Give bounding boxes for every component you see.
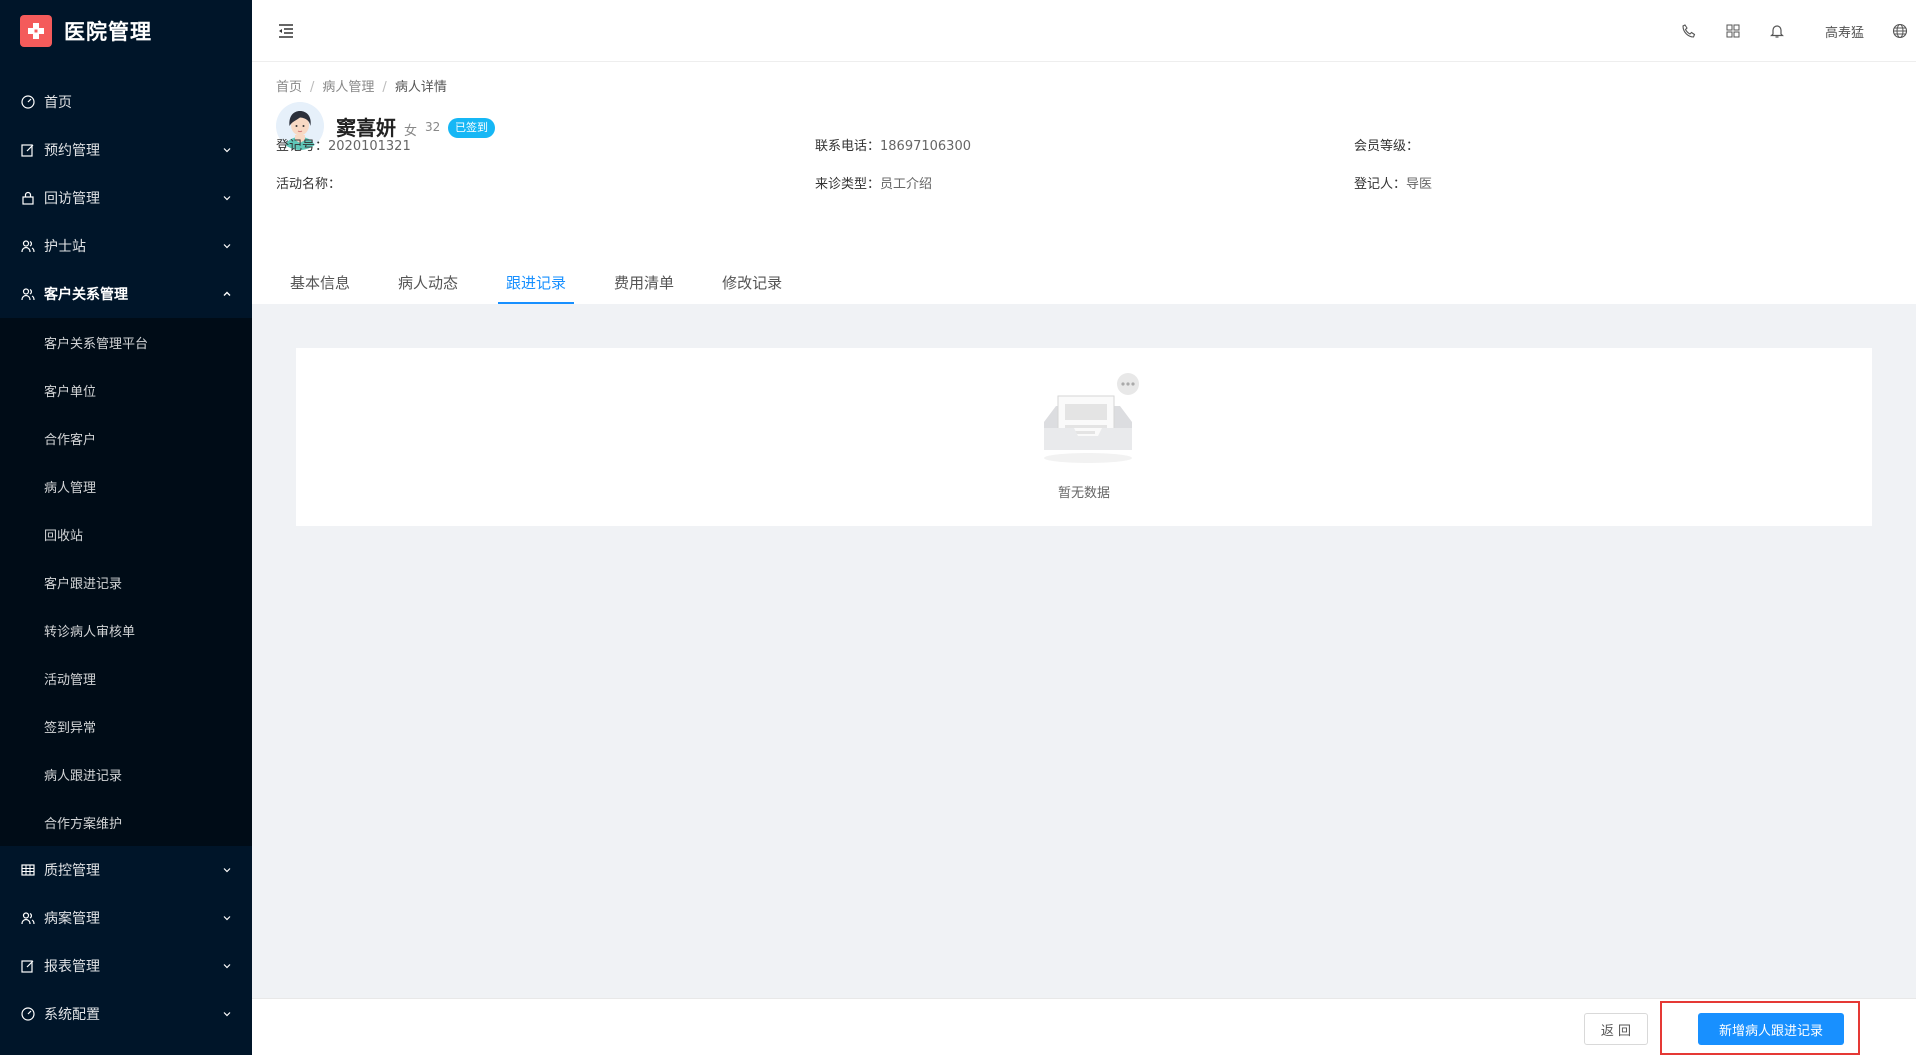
globe-icon[interactable] xyxy=(1892,23,1908,39)
submenu-item[interactable]: 客户单位 xyxy=(0,366,252,414)
follow-up-panel: 暂无数据 xyxy=(296,348,1872,526)
member-level-field: 会员等级： xyxy=(1354,135,1419,154)
field-label: 登记人： xyxy=(1354,177,1407,192)
sidebar-item-system-config[interactable]: 系统配置 xyxy=(0,990,252,1038)
sidebar-item-label: 回访管理 xyxy=(44,191,100,207)
sidebar-item-label: 质控管理 xyxy=(44,863,100,879)
phone-field: 联系电话：18697106300 xyxy=(815,135,971,154)
action-footer: 返 回 新增病人跟进记录 xyxy=(252,998,1916,1055)
sidebar-item-label: 系统配置 xyxy=(44,1007,100,1023)
phone-icon[interactable] xyxy=(1681,23,1697,39)
chevron-down-icon xyxy=(222,1009,232,1019)
user-name[interactable]: 高寿猛 xyxy=(1825,22,1864,41)
patient-info-area: 首页 / 病人管理 / 病人详情 窦喜妍 女 32 已签到 登记号：2020101321… xyxy=(252,62,1916,304)
chevron-down-icon xyxy=(222,961,232,971)
sidebar-item-home[interactable]: 首页 xyxy=(0,78,252,126)
submenu-item[interactable]: 合作客户 xyxy=(0,414,252,462)
lock-icon xyxy=(20,190,36,206)
user-group-icon xyxy=(20,286,36,302)
back-button[interactable]: 返 回 xyxy=(1584,1013,1648,1045)
chevron-down-icon xyxy=(222,193,232,203)
breadcrumb: 首页 / 病人管理 / 病人详情 xyxy=(276,76,447,95)
empty-inbox-icon xyxy=(1038,372,1148,468)
dashboard-icon xyxy=(20,1006,36,1022)
submenu-item[interactable]: 病人跟进记录 xyxy=(0,750,252,798)
add-follow-up-record-button[interactable]: 新增病人跟进记录 xyxy=(1698,1013,1844,1045)
app-logo[interactable]: 医院管理 xyxy=(0,0,252,62)
sidebar-item-label: 病案管理 xyxy=(44,911,100,927)
sidebar-item-reports[interactable]: 报表管理 xyxy=(0,942,252,990)
chevron-down-icon xyxy=(222,865,232,875)
tab-patient-activity[interactable]: 病人动态 xyxy=(390,262,466,304)
field-label: 活动名称： xyxy=(276,177,342,192)
sidebar-item-quality-control[interactable]: 质控管理 xyxy=(0,846,252,894)
menu-fold-icon[interactable] xyxy=(276,21,296,41)
crm-submenu: 客户关系管理平台 客户单位 合作客户 病人管理 回收站 客户跟进记录 转诊病人审… xyxy=(0,318,252,846)
chevron-down-icon xyxy=(222,241,232,251)
submenu-item[interactable]: 转诊病人审核单 xyxy=(0,606,252,654)
tab-expense-list[interactable]: 费用清单 xyxy=(606,262,682,304)
field-value: 导医 xyxy=(1406,177,1433,192)
sidebar-item-label: 报表管理 xyxy=(44,959,100,975)
sidebar-item-label: 预约管理 xyxy=(44,143,100,159)
field-value: 员工介绍 xyxy=(880,177,933,192)
status-badge: 已签到 xyxy=(448,118,495,138)
field-label: 来诊类型： xyxy=(815,177,881,192)
sidebar-item-appointments[interactable]: 预约管理 xyxy=(0,126,252,174)
submenu-item[interactable]: 活动管理 xyxy=(0,654,252,702)
field-value: 2020101321 xyxy=(328,139,411,154)
field-label: 会员等级： xyxy=(1354,139,1420,154)
submenu-item[interactable]: 签到异常 xyxy=(0,702,252,750)
field-value: 18697106300 xyxy=(880,139,971,154)
header-actions: 高寿猛 xyxy=(1681,0,1916,62)
top-header: 高寿猛 xyxy=(252,0,1916,62)
sidebar-item-crm[interactable]: 客户关系管理 xyxy=(0,270,252,318)
dashboard-icon xyxy=(20,94,36,110)
patient-age: 32 xyxy=(425,120,441,134)
submenu-item[interactable]: 合作方案维护 xyxy=(0,798,252,846)
sidebar-item-label: 护士站 xyxy=(44,239,86,255)
hospital-logo-icon xyxy=(20,15,52,47)
sidebar-item-nurse-station[interactable]: 护士站 xyxy=(0,222,252,270)
app-title: 医院管理 xyxy=(64,20,152,44)
table-icon xyxy=(20,862,36,878)
submenu-item[interactable]: 客户关系管理平台 xyxy=(0,318,252,366)
field-label: 登记号： xyxy=(276,139,329,154)
apps-icon[interactable] xyxy=(1725,23,1741,39)
chevron-up-icon xyxy=(222,289,232,299)
breadcrumb-separator: / xyxy=(382,80,387,95)
chevron-down-icon xyxy=(222,913,232,923)
user-group-icon xyxy=(20,910,36,926)
visit-type-field: 来诊类型：员工介绍 xyxy=(815,173,932,192)
empty-text: 暂无数据 xyxy=(1057,486,1110,501)
breadcrumb-home[interactable]: 首页 xyxy=(276,80,302,95)
activity-name-field: 活动名称： xyxy=(276,173,341,192)
bell-icon[interactable] xyxy=(1769,23,1785,39)
edit-icon xyxy=(20,958,36,974)
breadcrumb-separator: / xyxy=(310,80,315,95)
submenu-item[interactable]: 客户跟进记录 xyxy=(0,558,252,606)
sidebar-item-label: 首页 xyxy=(44,95,72,111)
user-group-icon xyxy=(20,238,36,254)
submenu-item[interactable]: 回收站 xyxy=(0,510,252,558)
submenu-item[interactable]: 病人管理 xyxy=(0,462,252,510)
sidebar-menu: 首页 预约管理 回访管理 护士站 客户关系管理 客户关系管理平台 客户单位 合作… xyxy=(0,78,252,1038)
breadcrumb-current: 病人详情 xyxy=(394,80,447,95)
tab-follow-up-records[interactable]: 跟进记录 xyxy=(498,262,575,304)
tab-basic-info[interactable]: 基本信息 xyxy=(282,262,358,304)
sidebar: 医院管理 首页 预约管理 回访管理 护士站 客户关系管理 客户关系管理平台 客户… xyxy=(0,0,252,1055)
breadcrumb-patient-management[interactable]: 病人管理 xyxy=(322,80,374,95)
edit-icon xyxy=(20,142,36,158)
tab-modification-records[interactable]: 修改记录 xyxy=(714,262,790,304)
sidebar-item-medical-records[interactable]: 病案管理 xyxy=(0,894,252,942)
detail-tabs: 基本信息 病人动态 跟进记录 费用清单 修改记录 xyxy=(282,262,822,304)
registration-number-field: 登记号：2020101321 xyxy=(276,135,411,154)
chevron-down-icon xyxy=(222,145,232,155)
sidebar-item-label: 客户关系管理 xyxy=(44,287,128,303)
registrar-field: 登记人：导医 xyxy=(1354,173,1432,192)
sidebar-item-follow-up[interactable]: 回访管理 xyxy=(0,174,252,222)
field-label: 联系电话： xyxy=(815,139,881,154)
